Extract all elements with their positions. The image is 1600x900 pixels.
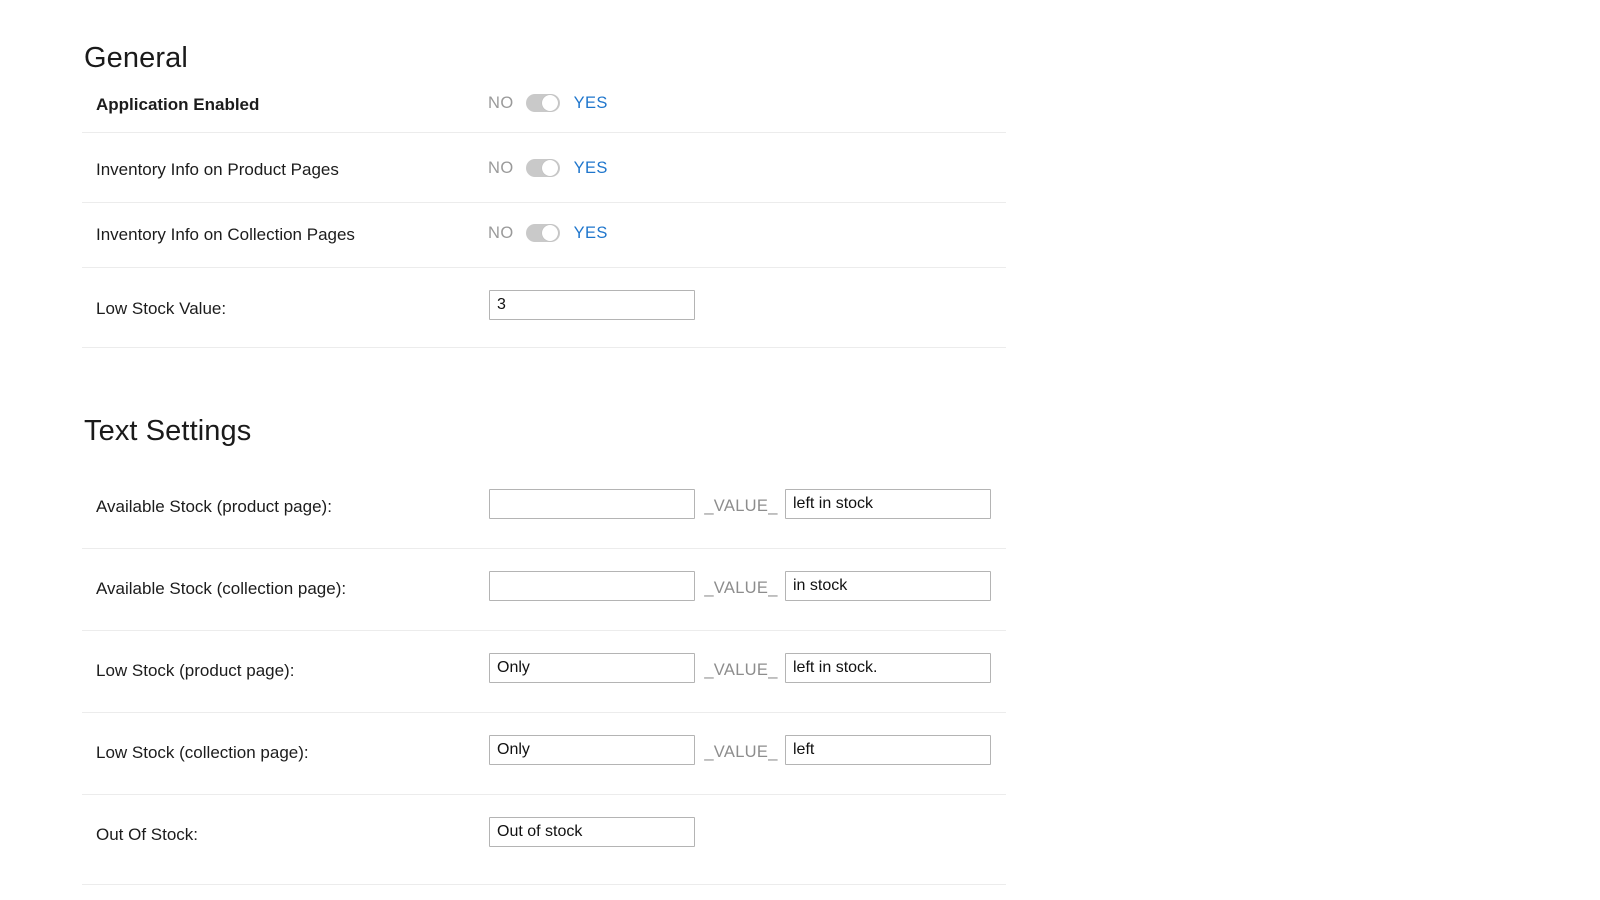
toggle-knob-icon bbox=[541, 160, 558, 176]
toggle-knob-icon bbox=[541, 95, 558, 111]
toggle-no-label-application-enabled[interactable]: NO bbox=[488, 95, 514, 112]
section-title-general: General bbox=[84, 42, 188, 75]
row-label-low-stock-value: Low Stock Value: bbox=[96, 299, 227, 318]
low-stock-collection-suffix-input[interactable] bbox=[785, 735, 991, 765]
row-label-low-stock-product-page: Low Stock (product page): bbox=[96, 661, 295, 680]
available-stock-product-prefix-input[interactable] bbox=[489, 489, 695, 519]
toggle-yes-label-inventory-info-product-pages[interactable]: YES bbox=[574, 160, 608, 177]
available-stock-collection-prefix-input[interactable] bbox=[489, 571, 695, 601]
row-divider bbox=[82, 132, 1006, 133]
low-stock-collection-prefix-input[interactable] bbox=[489, 735, 695, 765]
available-stock-collection-suffix-input[interactable] bbox=[785, 571, 991, 601]
low-stock-product-suffix-input[interactable] bbox=[785, 653, 991, 683]
toggle-yes-label-inventory-info-collection-pages[interactable]: YES bbox=[574, 225, 608, 242]
value-placeholder-separator: _VALUE_ bbox=[704, 497, 778, 515]
row-label-inventory-info-collection-pages: Inventory Info on Collection Pages bbox=[96, 225, 355, 244]
toggle-group-inventory-info-collection-pages: NO YES bbox=[488, 224, 608, 242]
low-stock-product-prefix-input[interactable] bbox=[489, 653, 695, 683]
row-label-available-stock-collection-page: Available Stock (collection page): bbox=[96, 579, 347, 598]
toggle-yes-label-application-enabled[interactable]: YES bbox=[574, 95, 608, 112]
out-of-stock-input[interactable] bbox=[489, 817, 695, 847]
row-divider bbox=[82, 630, 1006, 631]
value-placeholder-separator: _VALUE_ bbox=[704, 743, 778, 761]
toggle-switch-inventory-info-collection-pages[interactable] bbox=[525, 224, 560, 242]
row-divider bbox=[82, 267, 1006, 268]
row-divider bbox=[82, 548, 1006, 549]
toggle-group-inventory-info-product-pages: NO YES bbox=[488, 159, 608, 177]
row-label-available-stock-product-page: Available Stock (product page): bbox=[96, 497, 332, 516]
row-divider bbox=[82, 712, 1006, 713]
row-divider bbox=[82, 202, 1006, 203]
row-label-low-stock-collection-page: Low Stock (collection page): bbox=[96, 743, 309, 762]
row-divider bbox=[82, 347, 1006, 348]
section-title-text-settings: Text Settings bbox=[84, 415, 252, 448]
toggle-no-label-inventory-info-collection-pages[interactable]: NO bbox=[488, 225, 514, 242]
settings-page: General Application Enabled NO YES Inven… bbox=[0, 0, 1600, 900]
row-label-inventory-info-product-pages: Inventory Info on Product Pages bbox=[96, 160, 339, 179]
low-stock-value-input[interactable] bbox=[489, 290, 695, 320]
section-bottom-divider bbox=[82, 884, 1006, 885]
row-label-out-of-stock: Out Of Stock: bbox=[96, 825, 199, 844]
value-placeholder-separator: _VALUE_ bbox=[704, 661, 778, 679]
available-stock-product-suffix-input[interactable] bbox=[785, 489, 991, 519]
toggle-group-application-enabled: NO YES bbox=[488, 94, 608, 112]
row-divider bbox=[82, 794, 1006, 795]
value-placeholder-separator: _VALUE_ bbox=[704, 579, 778, 597]
toggle-no-label-inventory-info-product-pages[interactable]: NO bbox=[488, 160, 514, 177]
toggle-switch-application-enabled[interactable] bbox=[525, 94, 560, 112]
toggle-knob-icon bbox=[541, 225, 558, 241]
row-label-application-enabled: Application Enabled bbox=[96, 95, 260, 114]
toggle-switch-inventory-info-product-pages[interactable] bbox=[525, 159, 560, 177]
